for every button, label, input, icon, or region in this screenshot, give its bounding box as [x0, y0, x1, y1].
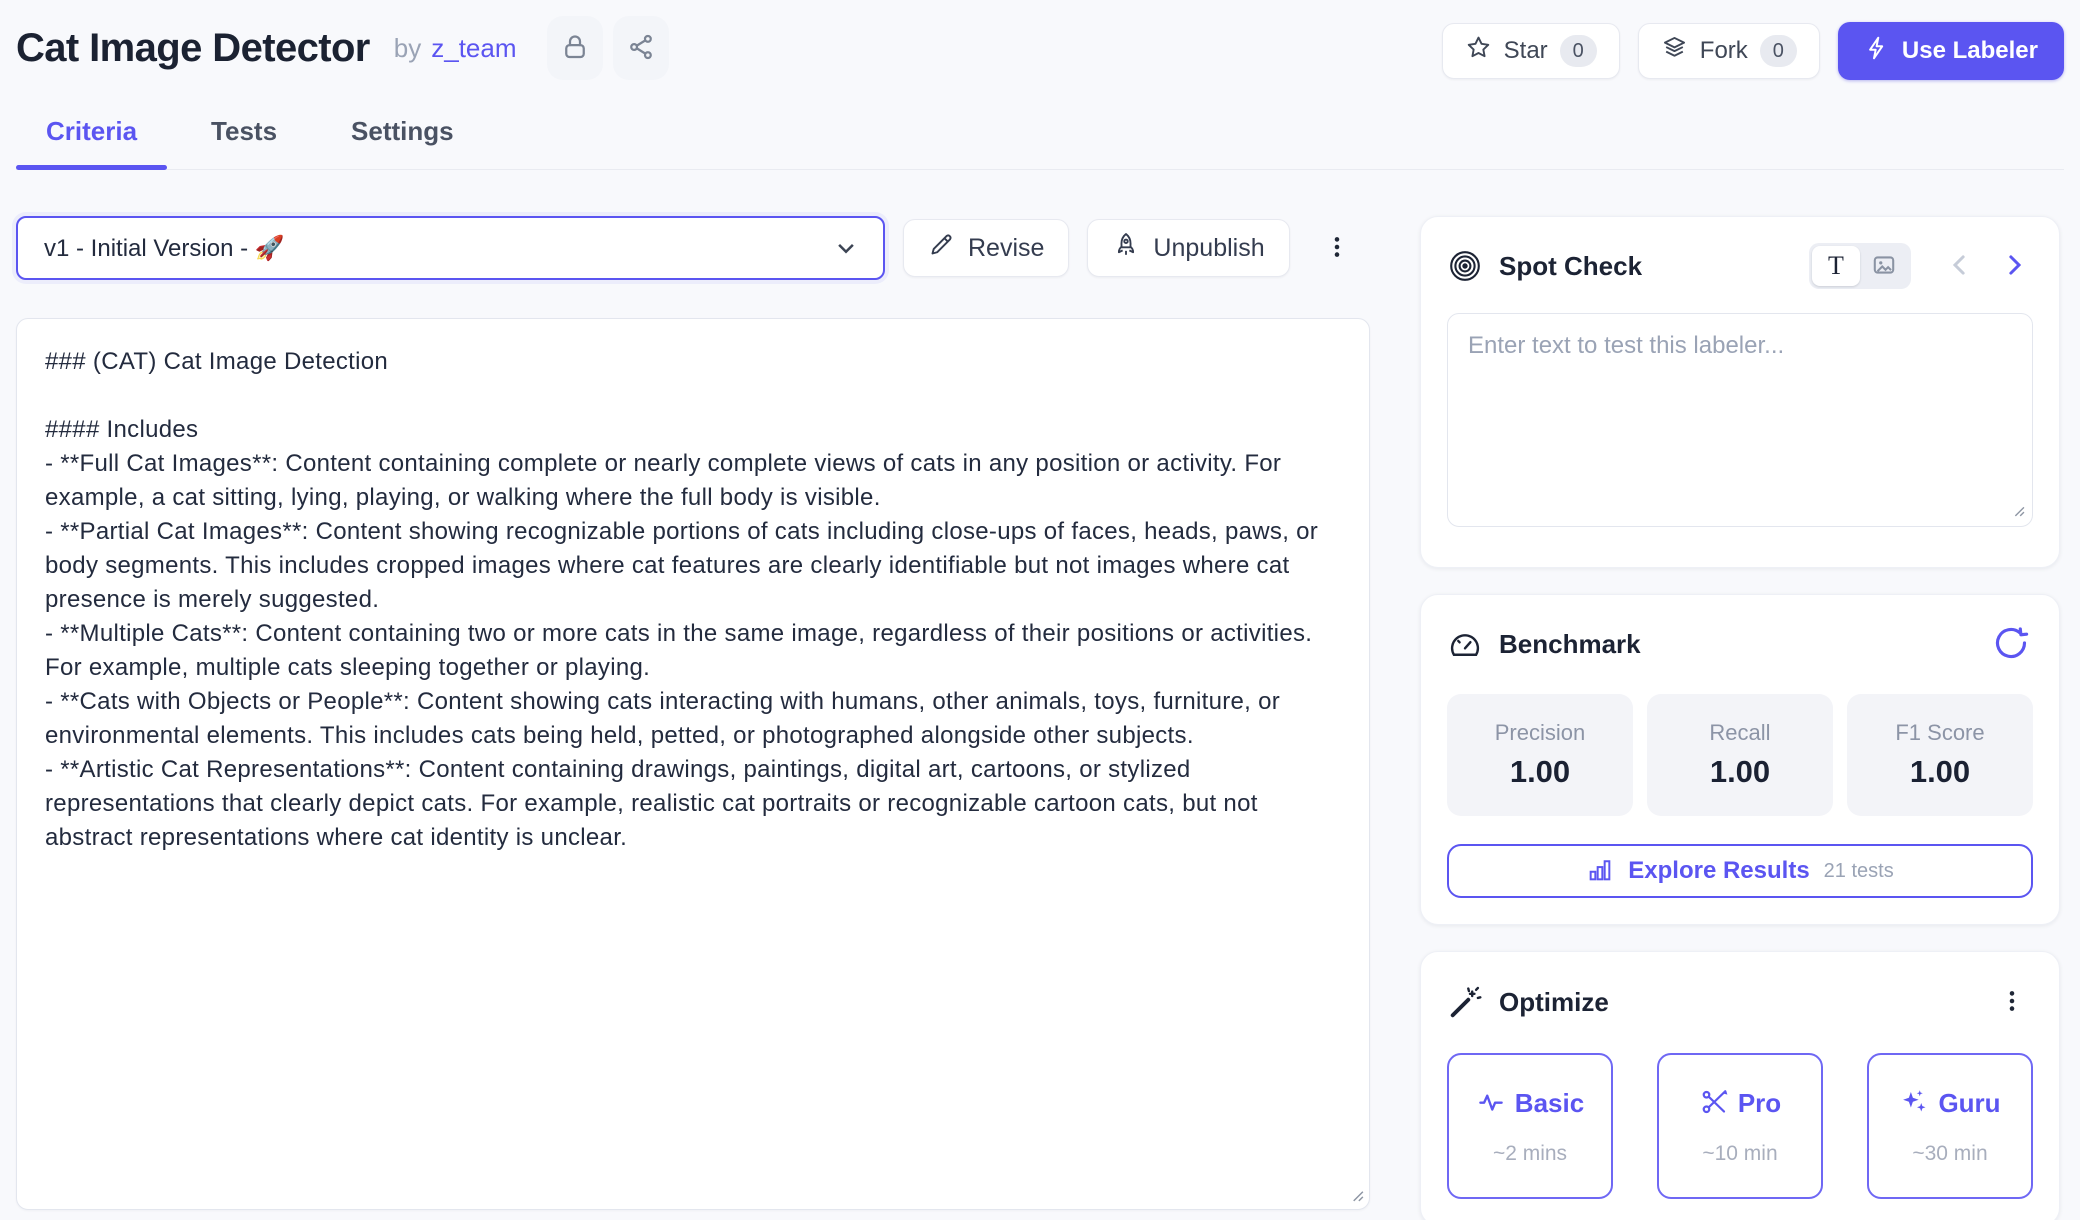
- criteria-column: v1 - Initial Version - 🚀 Revise: [16, 216, 1370, 1220]
- byline: by z_team: [394, 33, 517, 64]
- bullseye-target-icon: [1447, 248, 1483, 284]
- unpublish-label: Unpublish: [1153, 234, 1264, 263]
- kebab-menu-icon: [1999, 1004, 2025, 1019]
- chevron-down-icon: [831, 233, 861, 263]
- star-button[interactable]: Star 0: [1442, 23, 1620, 79]
- lock-icon: [560, 32, 590, 65]
- optimize-options: Basic ~2 mins Pro ~10 min: [1447, 1053, 2033, 1199]
- prev-example-button[interactable]: [1941, 246, 1979, 287]
- fork-layers-icon: [1661, 34, 1688, 68]
- optimize-basic-label: Basic: [1515, 1088, 1584, 1119]
- author-link[interactable]: z_team: [431, 33, 516, 64]
- optimize-panel: Optimize Basic: [1420, 951, 2060, 1220]
- explore-results-meta: 21 tests: [1824, 860, 1894, 883]
- rocket-icon: [1112, 231, 1140, 266]
- benchmark-title: Benchmark: [1499, 629, 1641, 660]
- share-button[interactable]: [613, 16, 669, 80]
- stat-value: 1.00: [1910, 754, 1970, 790]
- page-title: Cat Image Detector: [16, 26, 370, 71]
- title-group: Cat Image Detector by z_team: [16, 16, 669, 80]
- version-toolbar: v1 - Initial Version - 🚀 Revise: [16, 216, 1370, 280]
- optimize-guru-button[interactable]: Guru ~30 min: [1867, 1053, 2033, 1199]
- sparkles-icon: [1899, 1087, 1929, 1120]
- pencil-icon: [928, 231, 955, 265]
- fork-label: Fork: [1700, 37, 1748, 65]
- optimize-pro-label: Pro: [1738, 1088, 1781, 1119]
- image-icon: [1871, 252, 1897, 281]
- stat-label: Recall: [1709, 720, 1770, 746]
- optimize-guru-time: ~30 min: [1912, 1142, 1987, 1166]
- explore-results-button[interactable]: Explore Results 21 tests: [1447, 844, 2033, 898]
- kebab-menu-icon: [1324, 250, 1350, 265]
- content-area: v1 - Initial Version - 🚀 Revise: [16, 216, 2064, 1220]
- share-icon: [626, 32, 656, 65]
- page-header: Cat Image Detector by z_team: [16, 0, 2064, 80]
- side-panels: Spot Check T: [1420, 216, 2060, 1220]
- bar-chart-icon: [1586, 856, 1614, 887]
- use-labeler-label: Use Labeler: [1902, 37, 2038, 65]
- stat-value: 1.00: [1710, 754, 1770, 790]
- private-lock-button[interactable]: [547, 16, 603, 80]
- byline-prefix: by: [394, 33, 421, 64]
- chevron-right-icon: [1999, 250, 2029, 283]
- next-example-button[interactable]: [1995, 246, 2033, 287]
- fork-count-badge: 0: [1760, 35, 1797, 67]
- input-mode-toggle: T: [1809, 243, 1911, 289]
- gauge-icon: [1447, 627, 1483, 663]
- stat-label: Precision: [1495, 720, 1585, 746]
- stat-value: 1.00: [1510, 754, 1570, 790]
- unpublish-button[interactable]: Unpublish: [1087, 219, 1289, 277]
- stat-precision: Precision 1.00: [1447, 694, 1633, 816]
- benchmark-panel: Benchmark Precision 1.00 Recall: [1420, 594, 2060, 925]
- benchmark-stats: Precision 1.00 Recall 1.00 F1 Score 1.00: [1447, 694, 2033, 816]
- star-count-badge: 0: [1560, 35, 1597, 67]
- spot-check-panel: Spot Check T: [1420, 216, 2060, 568]
- tab-bar: Criteria Tests Settings: [16, 106, 2064, 170]
- explore-results-label: Explore Results: [1628, 857, 1809, 885]
- refresh-icon: [1993, 625, 2029, 664]
- optimize-title: Optimize: [1499, 987, 1609, 1018]
- optimize-pro-button[interactable]: Pro ~10 min: [1657, 1053, 1823, 1199]
- chevron-left-icon: [1945, 250, 1975, 283]
- stat-recall: Recall 1.00: [1647, 694, 1833, 816]
- image-mode-button[interactable]: [1860, 246, 1908, 286]
- spot-check-input[interactable]: [1447, 313, 2033, 527]
- text-mode-button[interactable]: T: [1812, 246, 1860, 286]
- spot-check-title: Spot Check: [1499, 251, 1642, 282]
- fork-button[interactable]: Fork 0: [1638, 23, 1820, 79]
- lightning-bolt-icon: [1864, 35, 1890, 68]
- use-labeler-button[interactable]: Use Labeler: [1838, 22, 2064, 80]
- star-label: Star: [1504, 37, 1548, 65]
- tab-settings[interactable]: Settings: [321, 106, 484, 169]
- optimize-menu-button[interactable]: [1991, 978, 2033, 1027]
- optimize-pro-time: ~10 min: [1702, 1142, 1777, 1166]
- version-select[interactable]: v1 - Initial Version - 🚀: [16, 216, 885, 280]
- tab-criteria[interactable]: Criteria: [16, 106, 167, 169]
- criteria-editor-textarea[interactable]: ### (CAT) Cat Image Detection #### Inclu…: [16, 318, 1370, 1210]
- pulse-icon: [1476, 1087, 1506, 1120]
- stat-f1-score: F1 Score 1.00: [1847, 694, 2033, 816]
- optimize-basic-time: ~2 mins: [1493, 1142, 1567, 1166]
- version-select-value: v1 - Initial Version - 🚀: [44, 234, 285, 263]
- revise-button[interactable]: Revise: [903, 219, 1069, 277]
- stat-label: F1 Score: [1895, 720, 1984, 746]
- magic-wand-icon: [1447, 985, 1483, 1021]
- optimize-basic-button[interactable]: Basic ~2 mins: [1447, 1053, 1613, 1199]
- resize-grip-icon[interactable]: [1348, 1186, 1364, 1207]
- tab-tests[interactable]: Tests: [181, 106, 307, 169]
- refresh-benchmark-button[interactable]: [1989, 621, 2033, 668]
- star-icon: [1465, 34, 1492, 68]
- header-actions: Star 0 Fork 0 Use Labeler: [1442, 16, 2064, 80]
- tools-icon: [1699, 1087, 1729, 1120]
- optimize-guru-label: Guru: [1938, 1088, 2000, 1119]
- resize-grip-icon[interactable]: [2010, 502, 2025, 522]
- more-options-button[interactable]: [1316, 224, 1358, 273]
- labeler-page: Cat Image Detector by z_team: [0, 0, 2080, 1220]
- revise-label: Revise: [968, 234, 1044, 263]
